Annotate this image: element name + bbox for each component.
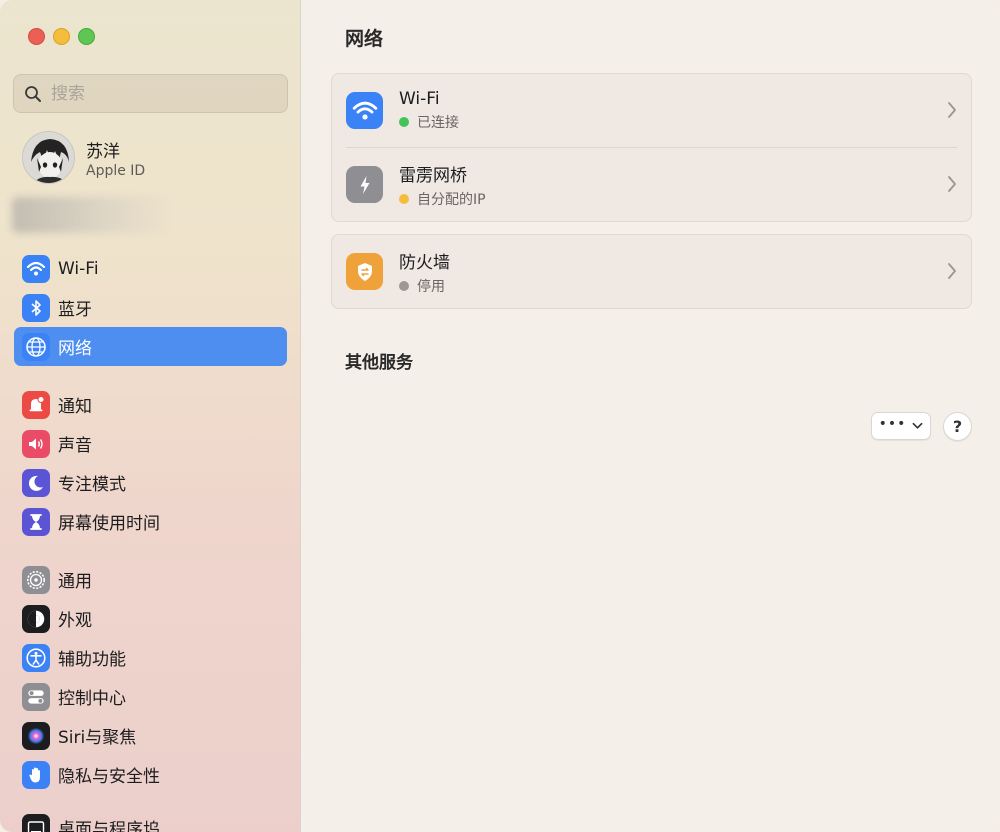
help-button[interactable]: ? bbox=[943, 412, 972, 441]
blurred-content bbox=[12, 197, 172, 233]
service-title: 雷雳网桥 bbox=[399, 165, 467, 186]
sidebar-item-sound[interactable]: 声音 bbox=[14, 424, 287, 463]
sidebar-item-focus[interactable]: 专注模式 bbox=[14, 463, 287, 502]
sidebar-item-label: 屏幕使用时间 bbox=[58, 514, 160, 534]
sidebar-item-label: 外观 bbox=[58, 611, 92, 631]
maximize-window-button[interactable] bbox=[78, 28, 95, 45]
dock-icon bbox=[22, 813, 50, 832]
service-status-text: 已连接 bbox=[417, 115, 459, 131]
bell-icon bbox=[22, 390, 50, 419]
other-services-heading: 其他服务 bbox=[345, 353, 413, 373]
sidebar-item-appearance[interactable]: 外观 bbox=[14, 599, 287, 638]
sidebar-item-accessibility[interactable]: 辅助功能 bbox=[14, 638, 287, 677]
search-input[interactable] bbox=[51, 83, 271, 104]
sidebar-item-network[interactable]: 网络 bbox=[14, 327, 287, 366]
sidebar: 苏洋 Apple ID Wi-Fi 蓝牙 bbox=[0, 0, 301, 832]
sidebar-group-connectivity: Wi-Fi 蓝牙 网络 bbox=[14, 249, 287, 366]
service-title: 防火墙 bbox=[399, 252, 450, 273]
wifi-icon bbox=[346, 92, 383, 129]
sidebar-item-label: 声音 bbox=[58, 436, 92, 456]
siri-icon bbox=[22, 721, 50, 750]
more-dots-label: ••• bbox=[878, 416, 907, 432]
toggles-icon bbox=[22, 682, 50, 711]
service-row-firewall[interactable]: 防火墙 停用 bbox=[332, 235, 971, 308]
sidebar-item-label: 通用 bbox=[58, 572, 92, 592]
search-field[interactable] bbox=[13, 74, 288, 113]
sidebar-item-label: 网络 bbox=[58, 339, 92, 359]
chevron-right-icon bbox=[948, 102, 956, 118]
sidebar-item-privacy[interactable]: 隐私与安全性 bbox=[14, 755, 287, 794]
service-row-thunderbolt-bridge[interactable]: 雷雳网桥 自分配的IP bbox=[332, 148, 971, 221]
service-title: Wi-Fi bbox=[399, 89, 440, 109]
sidebar-item-siri-spotlight[interactable]: Siri与聚焦 bbox=[14, 716, 287, 755]
settings-window: 苏洋 Apple ID Wi-Fi 蓝牙 bbox=[0, 0, 1000, 832]
sidebar-item-desktop-dock[interactable]: 桌面与程序坞 bbox=[14, 808, 287, 832]
sidebar-group-notifications: 通知 声音 专注模式 屏幕使用时间 bbox=[14, 385, 287, 541]
sidebar-item-label: 辅助功能 bbox=[58, 650, 126, 670]
sidebar-item-notifications[interactable]: 通知 bbox=[14, 385, 287, 424]
sidebar-item-bluetooth[interactable]: 蓝牙 bbox=[14, 288, 287, 327]
appearance-icon bbox=[22, 604, 50, 633]
hand-icon bbox=[22, 760, 50, 789]
sidebar-item-wifi[interactable]: Wi-Fi bbox=[14, 249, 287, 288]
sidebar-item-screen-time[interactable]: 屏幕使用时间 bbox=[14, 502, 287, 541]
page-title: 网络 bbox=[345, 28, 384, 50]
speaker-icon bbox=[22, 429, 50, 458]
firewall-icon bbox=[346, 253, 383, 290]
bluetooth-icon bbox=[22, 293, 50, 322]
sidebar-group-system: 通用 外观 辅助功能 控制中心 Siri与聚焦 隐私与安全性 bbox=[14, 560, 287, 794]
sidebar-item-control-center[interactable]: 控制中心 bbox=[14, 677, 287, 716]
window-controls bbox=[28, 28, 95, 45]
search-icon bbox=[25, 85, 41, 102]
firewall-card: 防火墙 停用 bbox=[331, 234, 972, 309]
service-status: 自分配的IP bbox=[399, 189, 486, 209]
service-status-text: 自分配的IP bbox=[417, 191, 486, 208]
service-row-wifi[interactable]: Wi-Fi 已连接 bbox=[332, 74, 971, 147]
sidebar-item-label: 蓝牙 bbox=[58, 300, 92, 320]
sidebar-item-label: 隐私与安全性 bbox=[58, 767, 160, 787]
close-window-button[interactable] bbox=[28, 28, 45, 45]
hourglass-icon bbox=[22, 507, 50, 536]
chevron-down-icon bbox=[912, 422, 923, 429]
accessibility-icon bbox=[22, 643, 50, 672]
chevron-right-icon bbox=[948, 263, 956, 279]
avatar bbox=[22, 131, 75, 184]
sidebar-item-label: 控制中心 bbox=[58, 689, 126, 709]
profile-subtitle: Apple ID bbox=[86, 162, 146, 179]
sidebar-item-general[interactable]: 通用 bbox=[14, 560, 287, 599]
gear-icon bbox=[22, 565, 50, 594]
wifi-icon bbox=[22, 254, 50, 283]
chevron-right-icon bbox=[948, 176, 956, 192]
service-status-text: 停用 bbox=[417, 278, 445, 295]
status-dot bbox=[399, 117, 409, 127]
sidebar-group-desktop: 桌面与程序坞 bbox=[14, 808, 287, 832]
minimize-window-button[interactable] bbox=[53, 28, 70, 45]
sidebar-item-label: Siri与聚焦 bbox=[58, 728, 137, 748]
network-services-card: Wi-Fi 已连接 雷雳网桥 自分配的IP bbox=[331, 73, 972, 222]
sidebar-item-label: 专注模式 bbox=[58, 475, 126, 495]
moon-icon bbox=[22, 468, 50, 497]
sidebar-item-label: Wi-Fi bbox=[58, 258, 99, 279]
sidebar-item-label: 桌面与程序坞 bbox=[58, 820, 160, 832]
sidebar-item-label: 通知 bbox=[58, 397, 92, 417]
status-dot bbox=[399, 193, 409, 204]
globe-icon bbox=[22, 332, 50, 361]
apple-id-profile[interactable]: 苏洋 Apple ID bbox=[22, 131, 145, 184]
main-pane: 网络 Wi-Fi 已连接 雷雳网桥 自分配的IP 防火墙 停用 其他服务 •••… bbox=[302, 0, 1000, 832]
thunderbolt-icon bbox=[346, 166, 383, 203]
profile-name: 苏洋 bbox=[86, 141, 120, 162]
status-dot bbox=[399, 280, 409, 291]
service-status: 已连接 bbox=[399, 112, 459, 132]
service-status: 停用 bbox=[399, 276, 450, 296]
more-actions-button[interactable]: ••• bbox=[871, 412, 931, 440]
